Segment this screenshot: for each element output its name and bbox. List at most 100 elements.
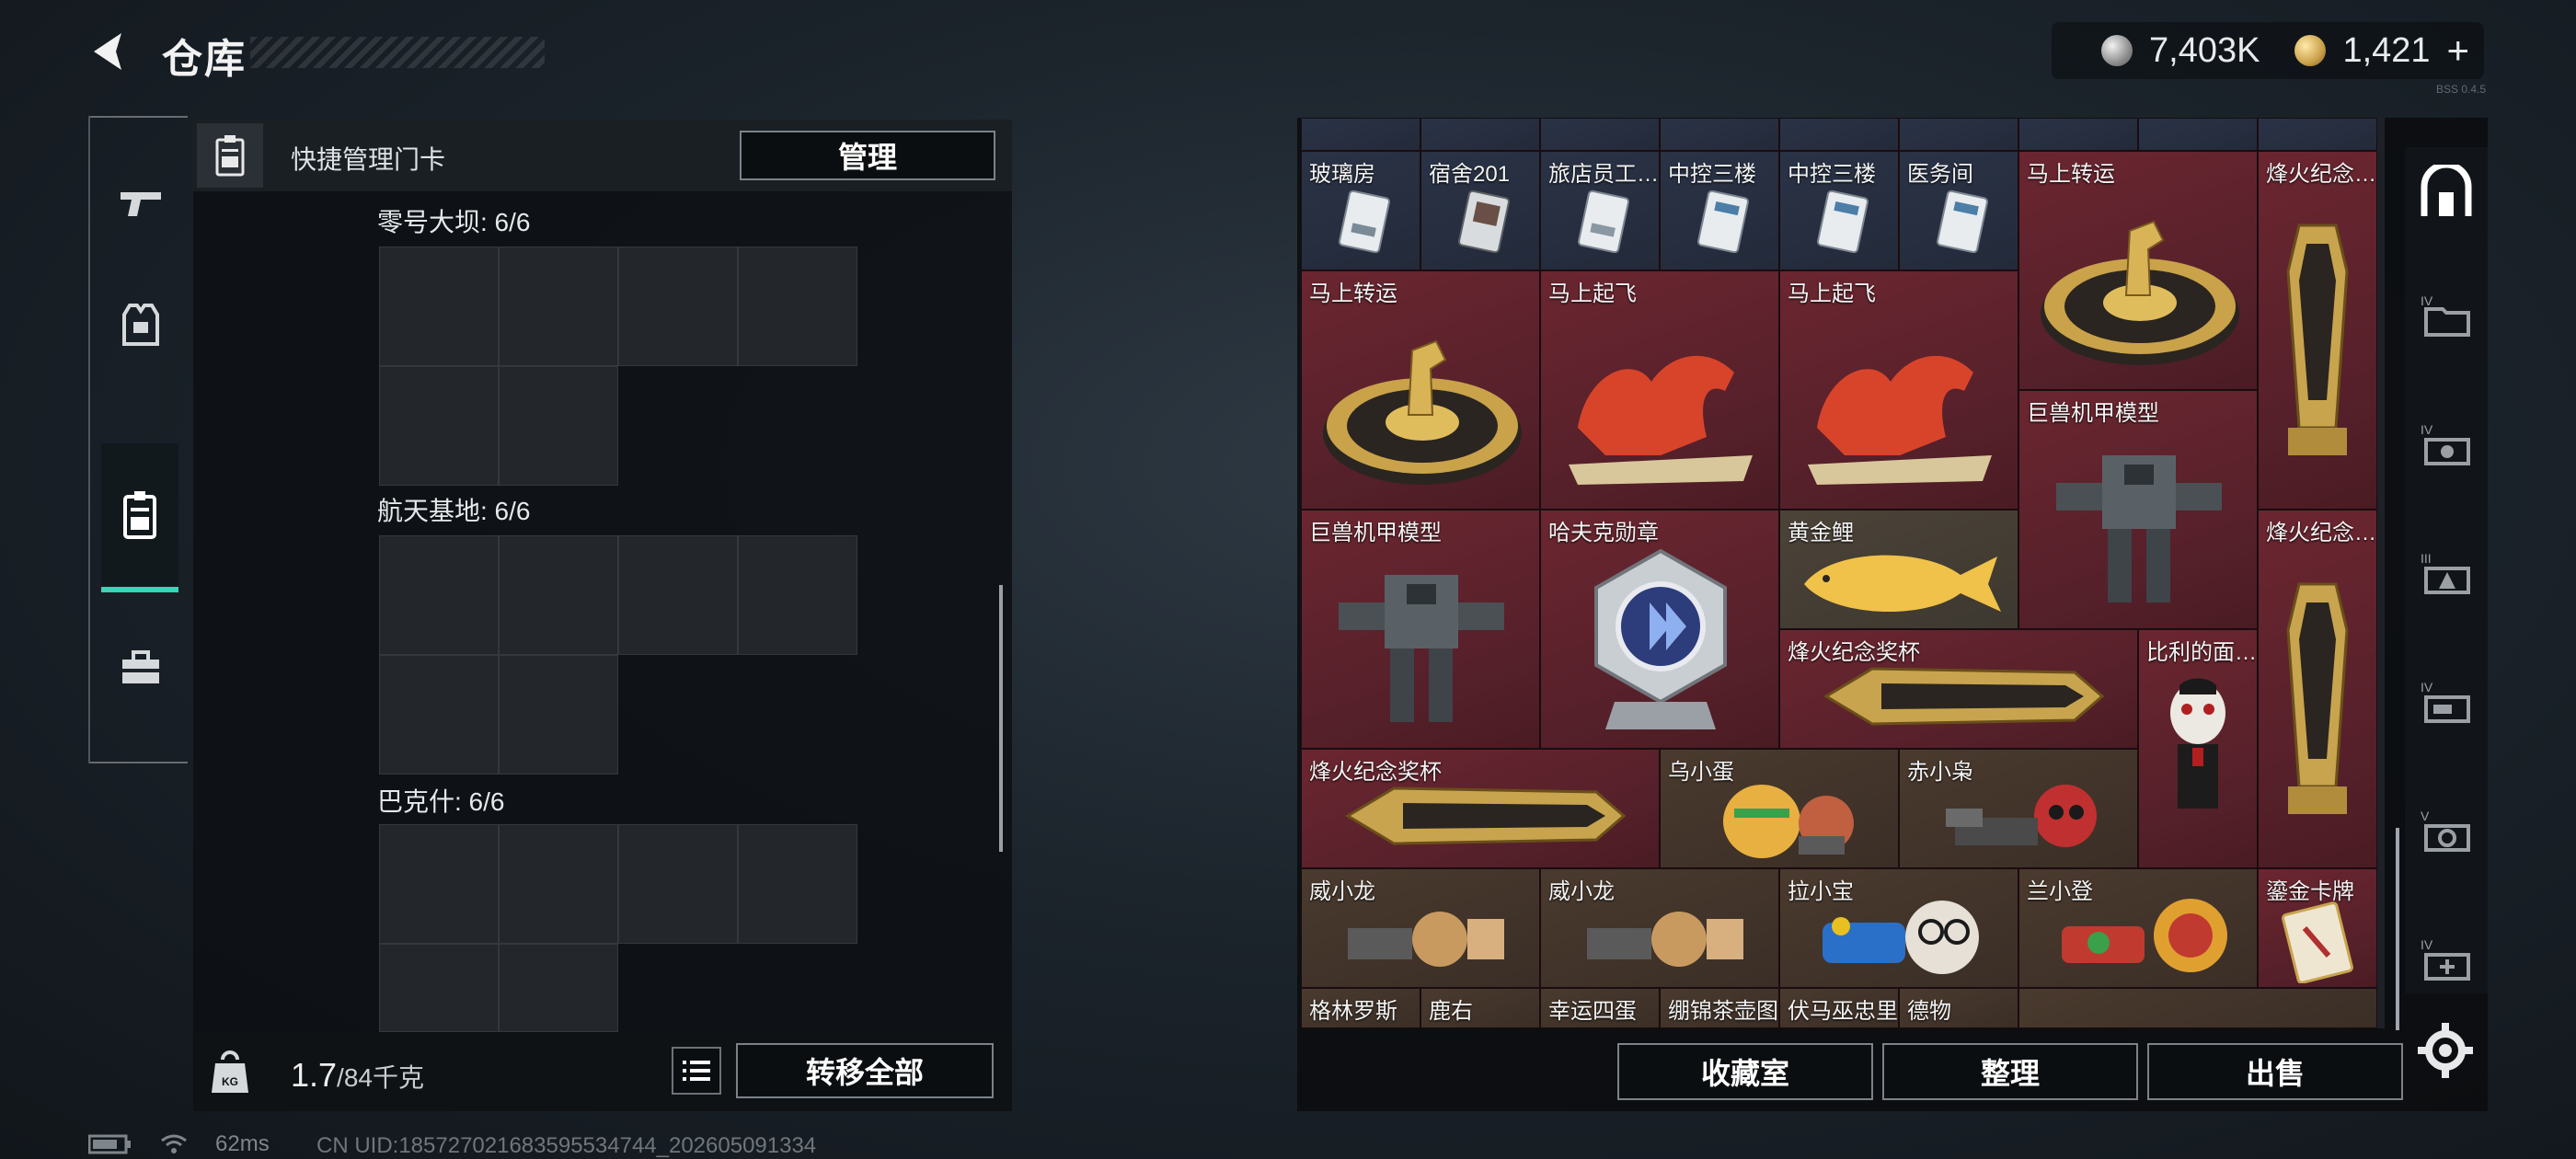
nav-tier-5[interactable]: V xyxy=(2410,795,2482,866)
item-red-horse[interactable]: 马上起飞 xyxy=(1779,270,2018,510)
keycard-slot[interactable] xyxy=(618,824,738,944)
item-red-horse[interactable]: 马上起飞 xyxy=(1540,270,1779,510)
item-trophy[interactable]: 烽火纪念… xyxy=(2258,151,2377,510)
keycard-item[interactable]: 中控三楼 xyxy=(1660,151,1779,270)
item-cell-partial[interactable]: 伏马巫忠里 xyxy=(1779,988,1899,1028)
back-arrow-icon[interactable] xyxy=(85,28,132,75)
item-figure[interactable]: 威小龙 xyxy=(1301,868,1540,988)
nav-tier-4-c[interactable]: IV xyxy=(2410,666,2482,738)
item-trophy[interactable]: 烽火纪念… xyxy=(2258,510,2377,868)
nav-tier-3[interactable]: III xyxy=(2410,537,2482,609)
add-currency-button[interactable]: + xyxy=(2447,29,2470,73)
item-cell-partial[interactable]: 绷锦茶壶图 xyxy=(1660,988,1779,1028)
keycard-slot[interactable] xyxy=(499,366,618,486)
item-cell-partial[interactable] xyxy=(1660,118,1779,151)
item-label: 鹿右 xyxy=(1429,999,1473,1024)
item-figure[interactable]: 乌小蛋 xyxy=(1660,749,1899,868)
keycard-slot[interactable] xyxy=(738,247,857,366)
right-scrollbar[interactable] xyxy=(2396,828,2399,1030)
keycard-slot[interactable] xyxy=(379,655,499,775)
keycard-slot[interactable] xyxy=(499,535,618,655)
keycard-slot[interactable] xyxy=(379,824,499,944)
nav-keycards[interactable] xyxy=(101,443,178,592)
item-cell-partial[interactable] xyxy=(2138,118,2258,151)
keycard-item[interactable]: 中控三楼 xyxy=(1779,151,1899,270)
toolbox-icon xyxy=(122,650,159,683)
left-nav xyxy=(88,116,188,763)
item-cell-partial[interactable]: 格林罗斯 xyxy=(1301,988,1420,1028)
figure-dragon-icon xyxy=(1348,912,1504,967)
svg-text:III: III xyxy=(2421,551,2432,566)
nav-collection[interactable] xyxy=(2410,156,2482,228)
item-trophy-lying[interactable]: 烽火纪念奖杯 xyxy=(1301,749,1660,868)
keycard-item[interactable]: 玻璃房 xyxy=(1301,151,1420,270)
nav-tier-4-b[interactable]: IV xyxy=(2410,408,2482,480)
item-golden-carp[interactable]: 黄金鲤 xyxy=(1779,510,2018,629)
keycard-icon xyxy=(1697,189,1750,253)
item-label: 巨兽机甲模型 xyxy=(2027,401,2159,426)
keycard-slot[interactable] xyxy=(499,824,618,944)
keycard-icon xyxy=(1458,189,1511,253)
left-scrollbar[interactable] xyxy=(999,585,1003,852)
item-figure[interactable]: 赤小枭 xyxy=(1899,749,2138,868)
list-view-button[interactable] xyxy=(672,1047,721,1095)
item-horse-wheel[interactable]: 马上转运 xyxy=(1301,270,1540,510)
keycard-slot[interactable] xyxy=(618,247,738,366)
item-cell-partial[interactable]: 德物 xyxy=(1899,988,2018,1028)
item-label: 哈夫克勋章 xyxy=(1548,521,1659,545)
item-cell-partial[interactable] xyxy=(2018,988,2377,1028)
item-puppet-mask[interactable]: 比利的面… xyxy=(2138,629,2258,868)
nav-armor[interactable] xyxy=(101,285,180,364)
device-icon: IV xyxy=(2421,680,2470,723)
user-uid: CN UID:185727021683595534744_20260509133… xyxy=(316,1133,817,1158)
keycard-slot[interactable] xyxy=(618,535,738,655)
item-cell-partial[interactable] xyxy=(1540,118,1660,151)
settings-gear-icon[interactable] xyxy=(2416,1021,2475,1080)
item-cell-partial[interactable]: 幸运四蛋 xyxy=(1540,988,1660,1028)
keycard-item[interactable]: 旅店员工… xyxy=(1540,151,1660,270)
item-mech[interactable]: 巨兽机甲模型 xyxy=(1301,510,1540,749)
nav-tier-4-d[interactable]: IV xyxy=(2410,924,2482,995)
nav-tier-4-a[interactable]: IV xyxy=(2410,280,2482,351)
item-cell-partial[interactable] xyxy=(1301,118,1420,151)
keycard-slot[interactable] xyxy=(379,366,499,486)
transfer-all-button[interactable]: 转移全部 xyxy=(736,1043,994,1098)
item-cell-partial[interactable] xyxy=(2258,118,2377,151)
item-figure[interactable]: 威小龙 xyxy=(1540,868,1779,988)
keycard-slot[interactable] xyxy=(499,247,618,366)
keycard-item[interactable]: 医务间 xyxy=(1899,151,2018,270)
vault-button[interactable]: 收藏室 xyxy=(1617,1043,1873,1100)
item-cell-partial[interactable] xyxy=(1779,118,1899,151)
item-cell-partial[interactable]: 鹿右 xyxy=(1420,988,1540,1028)
keycard-slot[interactable] xyxy=(738,824,857,944)
manage-button[interactable]: 管理 xyxy=(740,131,995,180)
item-cell-partial[interactable] xyxy=(1899,118,2018,151)
medal-icon xyxy=(1594,548,1727,729)
keycard-slot[interactable] xyxy=(379,535,499,655)
svg-text:IV: IV xyxy=(2421,422,2433,437)
keycard-item[interactable]: 宿舍201 xyxy=(1420,151,1540,270)
item-figure[interactable]: 兰小登 xyxy=(2018,868,2258,988)
nav-weapons[interactable] xyxy=(101,164,180,243)
keycard-slot[interactable] xyxy=(738,535,857,655)
weight-current: 1.7 xyxy=(291,1056,338,1094)
item-medal[interactable]: 哈夫克勋章 xyxy=(1540,510,1779,749)
item-trophy-lying[interactable]: 烽火纪念奖杯 xyxy=(1779,629,2138,749)
nav-supplies[interactable] xyxy=(101,629,180,708)
item-figure[interactable]: 拉小宝 xyxy=(1779,868,2018,988)
item-mech[interactable]: 巨兽机甲模型 xyxy=(2018,390,2258,629)
currency-bar: 7,403K 1,421 + xyxy=(2052,22,2484,79)
keycard-slot[interactable] xyxy=(379,944,499,1032)
item-horse-wheel[interactable]: 马上转运 xyxy=(2018,151,2258,390)
keycard-slot[interactable] xyxy=(499,944,618,1032)
keycard-slot[interactable] xyxy=(379,247,499,366)
item-cell-partial[interactable] xyxy=(2018,118,2138,151)
item-golden-card[interactable]: 鎏金卡牌 xyxy=(2258,868,2377,988)
figure-owl-icon xyxy=(1946,785,2097,847)
item-cell-partial[interactable] xyxy=(1420,118,1540,151)
sort-button[interactable]: 整理 xyxy=(1882,1043,2138,1100)
sell-button[interactable]: 出售 xyxy=(2147,1043,2403,1100)
keycard-slot[interactable] xyxy=(499,655,618,775)
weight-value: 1.7/84千克 xyxy=(291,1056,424,1095)
status-bar: 62ms xyxy=(88,1131,270,1157)
